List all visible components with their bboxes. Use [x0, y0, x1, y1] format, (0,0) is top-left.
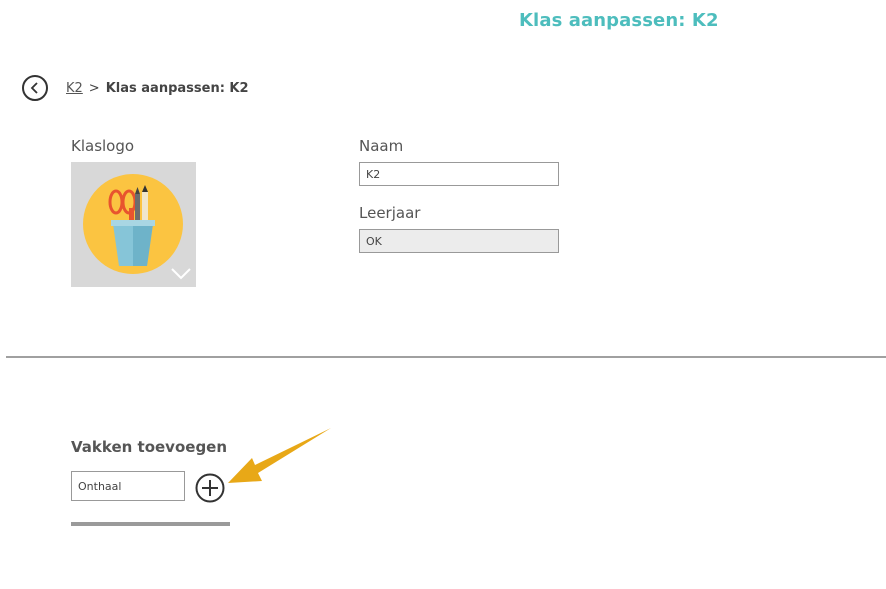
class-logo-picker[interactable] [71, 162, 196, 287]
subject-underline [71, 522, 230, 526]
breadcrumb: K2 > Klas aanpassen: K2 [66, 81, 249, 96]
chevron-down-icon [171, 268, 191, 280]
name-label: Naam [359, 137, 404, 155]
breadcrumb-link-class[interactable]: K2 [66, 81, 83, 96]
grade-label: Leerjaar [359, 204, 421, 222]
name-field[interactable] [359, 162, 559, 186]
grade-field[interactable] [359, 229, 559, 253]
back-arrow-icon [30, 82, 38, 94]
page-title: Klas aanpassen: K2 [519, 10, 719, 31]
subjects-title: Vakken toevoegen [71, 438, 228, 456]
pencil-cup-icon [83, 174, 191, 280]
section-divider [6, 356, 886, 358]
pointer-arrow-icon [228, 428, 331, 483]
subject-input[interactable] [71, 471, 185, 501]
back-button[interactable] [22, 75, 48, 101]
class-logo-label: Klaslogo [71, 137, 135, 155]
breadcrumb-current: Klas aanpassen: K2 [105, 81, 249, 96]
breadcrumb-separator: > [88, 81, 100, 96]
